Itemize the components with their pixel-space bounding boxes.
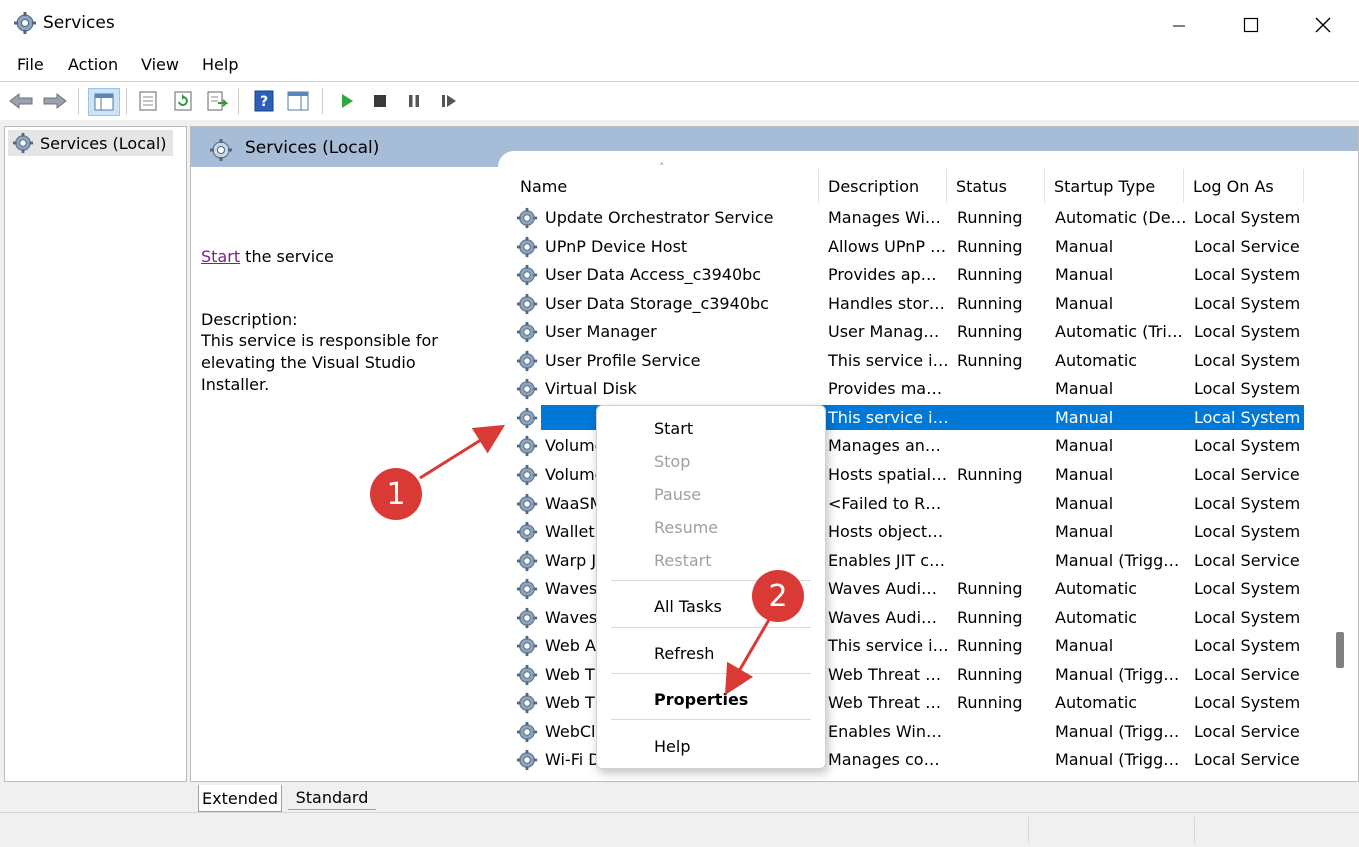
annotation-arrows bbox=[419, 424, 772, 696]
annotation-badge-2: 2 bbox=[752, 570, 804, 622]
annotation-badge-1: 1 bbox=[370, 468, 422, 520]
annotation-arrow-2 bbox=[724, 617, 772, 696]
annotation-arrow-1 bbox=[419, 424, 506, 480]
